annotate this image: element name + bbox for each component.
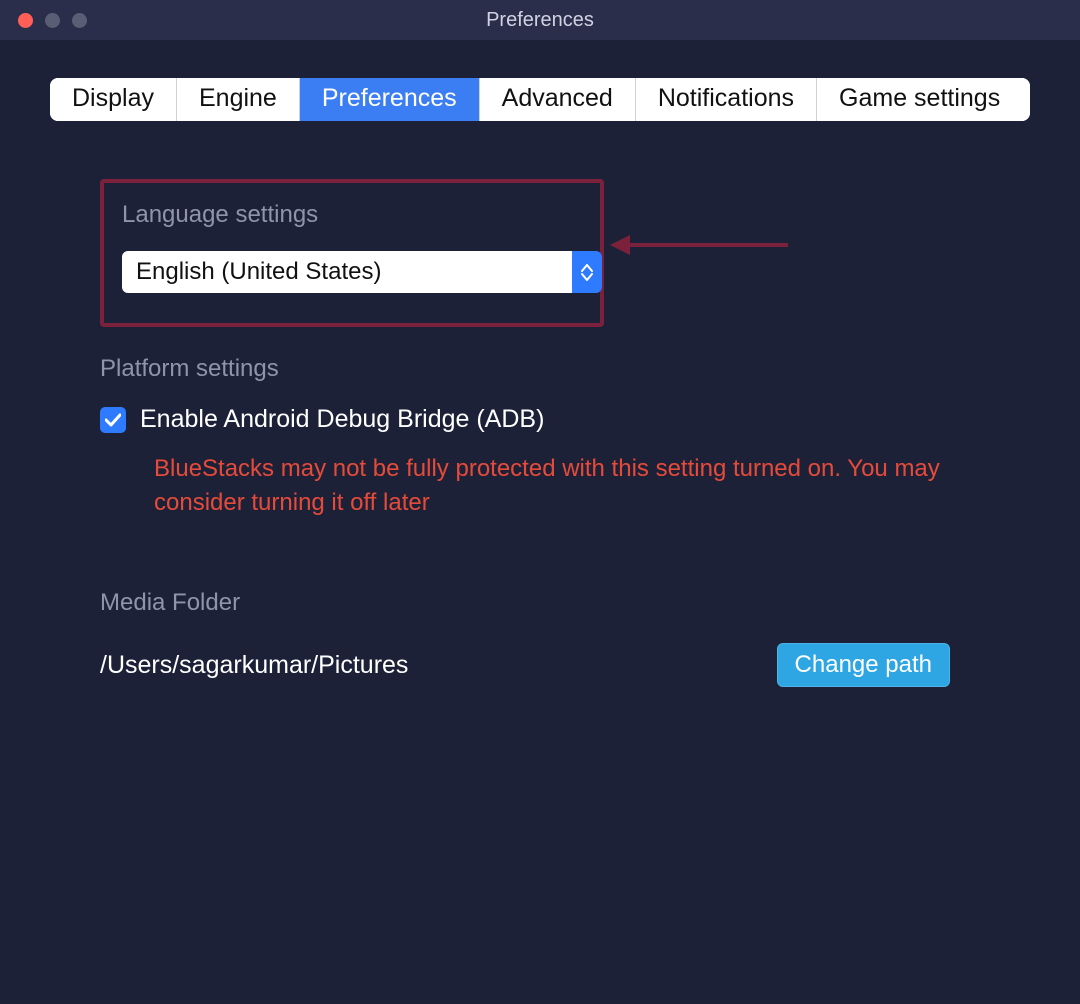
adb-warning-text: BlueStacks may not be fully protected wi… bbox=[154, 452, 950, 519]
media-folder-path: /Users/sagarkumar/Pictures bbox=[100, 651, 408, 680]
media-folder-section: Media Folder /Users/sagarkumar/Pictures … bbox=[100, 589, 1010, 687]
close-window-button[interactable] bbox=[18, 13, 33, 28]
tab-bar: Display Engine Preferences Advanced Noti… bbox=[0, 40, 1080, 121]
platform-settings-label: Platform settings bbox=[100, 355, 1010, 383]
platform-settings-section: Platform settings Enable Android Debug B… bbox=[100, 355, 1010, 519]
tab-engine[interactable]: Engine bbox=[177, 78, 300, 121]
annotation-highlight-box: Language settings English (United States… bbox=[100, 179, 604, 327]
window-controls bbox=[0, 13, 87, 28]
tab-preferences[interactable]: Preferences bbox=[300, 78, 480, 121]
titlebar: Preferences bbox=[0, 0, 1080, 40]
annotation-arrow-icon bbox=[610, 230, 790, 260]
change-path-button[interactable]: Change path bbox=[777, 643, 950, 687]
media-folder-label: Media Folder bbox=[100, 589, 1010, 617]
adb-checkbox-label: Enable Android Debug Bridge (ADB) bbox=[140, 405, 544, 434]
tab-notifications[interactable]: Notifications bbox=[636, 78, 817, 121]
language-settings-label: Language settings bbox=[122, 201, 582, 229]
select-stepper-icon[interactable] bbox=[572, 251, 602, 293]
adb-checkbox[interactable] bbox=[100, 407, 126, 433]
tab-advanced[interactable]: Advanced bbox=[480, 78, 636, 121]
tab-game-settings[interactable]: Game settings bbox=[817, 78, 1030, 121]
maximize-window-button[interactable] bbox=[72, 13, 87, 28]
language-select-value: English (United States) bbox=[122, 251, 572, 293]
minimize-window-button[interactable] bbox=[45, 13, 60, 28]
language-select[interactable]: English (United States) bbox=[122, 251, 602, 293]
window-title: Preferences bbox=[0, 9, 1080, 32]
tab-display[interactable]: Display bbox=[50, 78, 177, 121]
